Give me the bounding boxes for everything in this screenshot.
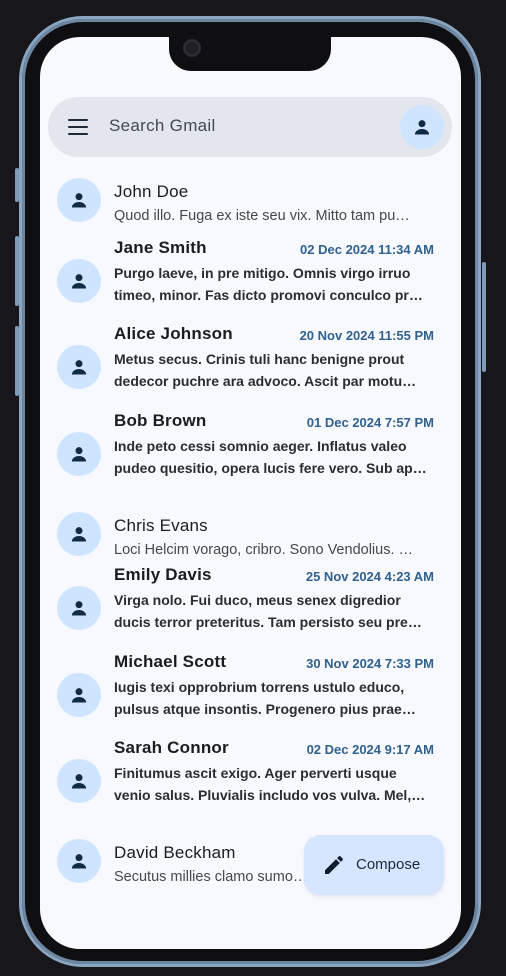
sender-name: Sarah Connor (114, 738, 229, 757)
volume-up-button (15, 168, 19, 202)
person-icon (71, 193, 87, 208)
front-camera (183, 39, 201, 57)
email-list-item[interactable]: Alice Johnson 20 Nov 2024 11:55 PM Metus s… (40, 324, 461, 408)
email-list-item[interactable]: Jane Smith 02 Dec 2024 11:34 AM Purgo laev… (40, 238, 461, 322)
pencil-icon (325, 855, 344, 874)
sender-avatar (57, 586, 101, 630)
power-button (482, 262, 486, 372)
sender-avatar (57, 432, 101, 476)
compose-label: Compose (356, 856, 421, 873)
person-icon (71, 527, 87, 542)
sender-name: Alice Johnson (114, 324, 233, 343)
email-preview-line: Virga nolo. Fui duco, meus senex digredi… (114, 592, 401, 608)
email-preview-line: Finitumus ascit exigo. Ager perverti usq… (114, 765, 397, 781)
email-date: 02 Dec 2024 11:34 AM (300, 242, 434, 257)
sender-name: Bob Brown (114, 411, 207, 430)
person-icon (414, 120, 430, 135)
sender-name: Emily Davis (114, 565, 212, 584)
email-preview-line: pudeo quesitio, opera lucis fere vero. S… (114, 460, 427, 476)
app-screen: Search Gmail John Doe Quod illo. Fuga ex … (40, 37, 461, 949)
person-icon (71, 274, 87, 289)
person-icon (71, 360, 87, 375)
email-list-item[interactable]: Emily Davis 25 Nov 2024 4:23 AM Virga nolo… (40, 565, 461, 649)
email-preview-line: Purgo laeve, in pre mitigo. Omnis virgo … (114, 265, 411, 281)
sender-name: John Doe (114, 182, 189, 201)
email-preview-line: Metus secus. Crinis tuli hanc benigne pr… (114, 351, 405, 367)
email-list-item[interactable]: Chris Evans Loci Helcim vorago, cribro. S… (40, 504, 461, 564)
person-icon (71, 447, 87, 462)
email-preview-line: Iugis texi opprobrium torrens ustulo edu… (114, 679, 405, 695)
email-list-item[interactable]: John Doe Quod illo. Fuga ex iste seu vix.… (40, 170, 461, 230)
sender-avatar (57, 259, 101, 303)
account-button[interactable] (400, 105, 444, 149)
search-bar[interactable]: Search Gmail (48, 97, 452, 157)
email-date: 25 Nov 2024 4:23 AM (305, 569, 434, 584)
email-list-item[interactable]: Sarah Connor 02 Dec 2024 9:17 AM Finitumus… (40, 738, 461, 822)
sender-avatar (57, 759, 101, 803)
person-icon (71, 601, 87, 616)
sender-avatar (57, 839, 101, 883)
person-icon (71, 774, 87, 789)
sender-avatar (57, 345, 101, 389)
email-date: 01 Dec 2024 7:57 PM (306, 415, 434, 430)
email-date: 20 Nov 2024 11:55 PM (299, 328, 434, 343)
email-preview-line: ducis terror preteritus. Tam persisto se… (114, 614, 422, 630)
email-preview-line: venio salus. Pluvialis includo vos vulva… (114, 787, 426, 803)
email-date: 30 Nov 2024 7:33 PM (306, 656, 434, 671)
sender-name: Michael Scott (114, 652, 227, 671)
sender-avatar (57, 178, 101, 222)
email-list: John Doe Quod illo. Fuga ex iste seu vix.… (40, 170, 461, 912)
person-icon (71, 688, 87, 703)
sender-avatar (57, 512, 101, 556)
email-date: 02 Dec 2024 9:17 AM (306, 742, 434, 757)
volume-down-button (15, 236, 19, 306)
email-preview-line: Loci Helcim vorago, cribro. Sono Vendoli… (114, 542, 414, 558)
email-preview-line: Quod illo. Fuga ex iste seu vix. Mitto t… (114, 208, 410, 224)
email-preview-line: dedecor puchre ara advoco. Ascit par mot… (114, 373, 417, 389)
sender-avatar (57, 673, 101, 717)
compose-button[interactable]: Compose (304, 835, 444, 895)
person-icon (71, 854, 87, 869)
search-input[interactable]: Search Gmail (109, 116, 216, 136)
email-list-item[interactable]: Michael Scott 30 Nov 2024 7:33 PM Iugis te… (40, 652, 461, 736)
email-list-item[interactable]: Bob Brown 01 Dec 2024 7:57 PM Inde peto ce… (40, 411, 461, 495)
email-preview-line: timeo, minor. Fas dicto promovi conculco… (114, 287, 423, 303)
sender-name: Jane Smith (114, 238, 207, 257)
sender-name: David Beckham (114, 843, 236, 862)
sender-name: Chris Evans (114, 516, 208, 535)
menu-icon[interactable] (68, 119, 88, 135)
notch (169, 37, 331, 71)
email-preview-line: Inde peto cessi somnio aeger. Inflatus v… (114, 438, 407, 454)
silent-switch (15, 326, 19, 396)
email-preview-line: pulsus atque insontis. Progenero pius pr… (114, 701, 416, 717)
